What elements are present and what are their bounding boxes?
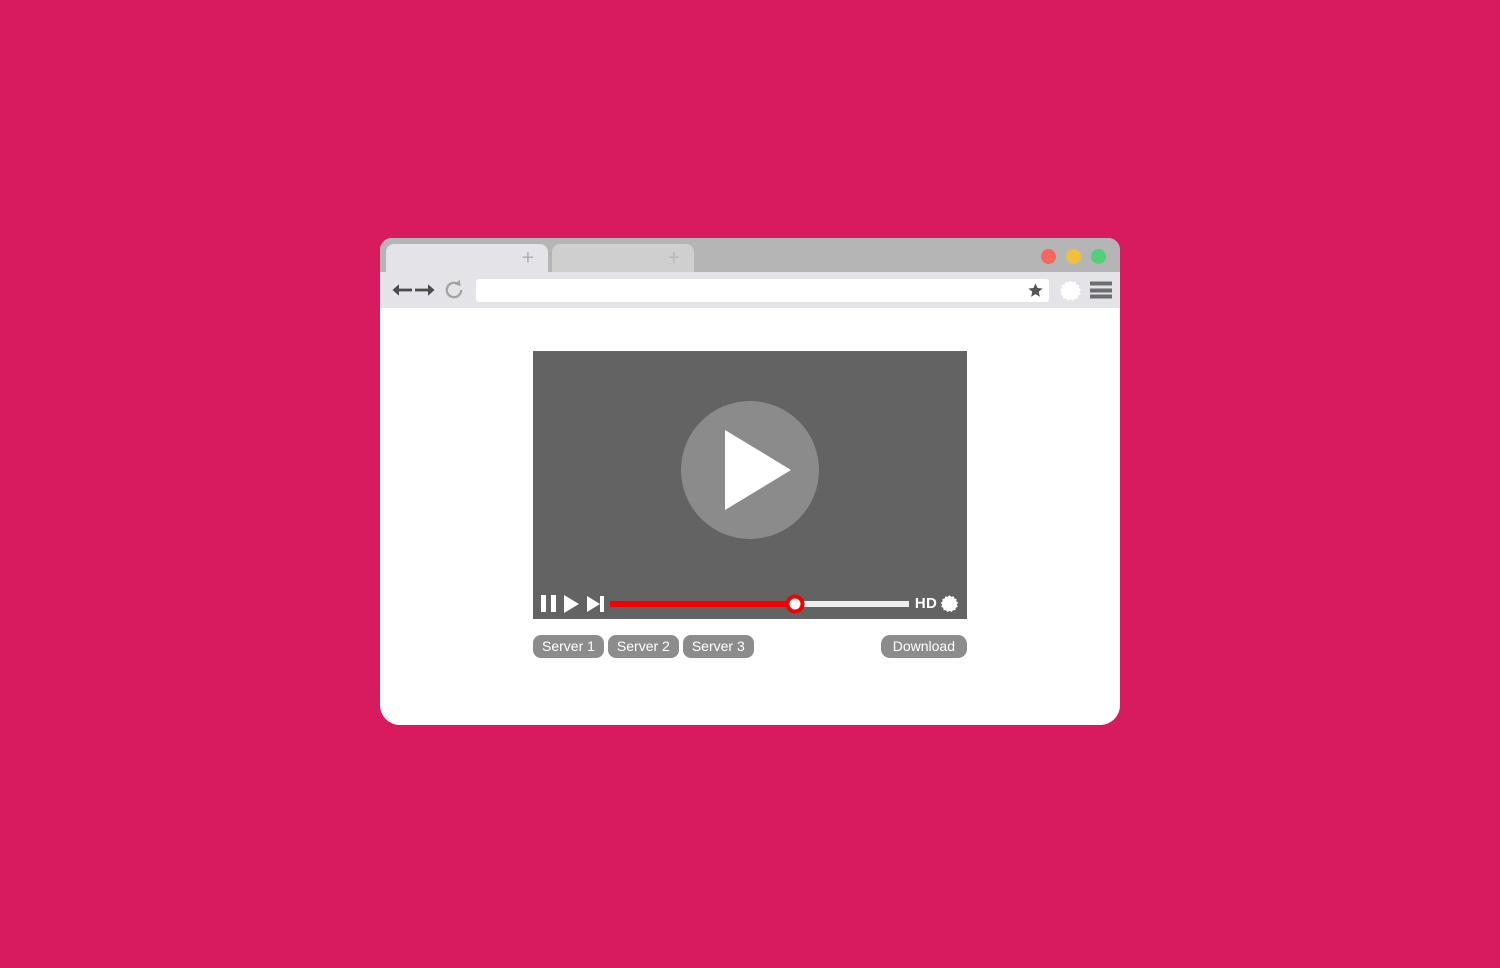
play-icon[interactable]	[564, 594, 579, 613]
action-row: Server 1 Server 2 Server 3 Download	[533, 635, 967, 659]
quality-label[interactable]: HD	[915, 595, 937, 612]
new-tab-plus-icon[interactable]: +	[522, 248, 534, 269]
browser-toolbar	[380, 272, 1120, 308]
maximize-window-button[interactable]	[1091, 249, 1106, 264]
window-controls	[1041, 249, 1106, 264]
gear-icon[interactable]	[939, 594, 959, 614]
video-progress-slider[interactable]	[610, 593, 909, 615]
back-arrow-icon[interactable]	[390, 278, 414, 302]
next-track-icon[interactable]	[587, 595, 604, 612]
play-icon	[725, 429, 791, 510]
minimize-window-button[interactable]	[1066, 249, 1081, 264]
browser-tab-2[interactable]: +	[552, 244, 694, 272]
server-2-button[interactable]: Server 2	[607, 635, 679, 658]
address-bar[interactable]	[476, 279, 1049, 302]
browser-window: + + HD Server 1 Server 2 Server 3 Downlo…	[380, 238, 1120, 725]
browser-tab-1[interactable]: +	[386, 244, 548, 272]
progress-knob[interactable]	[785, 594, 805, 613]
new-tab-plus-icon[interactable]: +	[668, 248, 680, 269]
address-input[interactable]	[476, 279, 1027, 302]
progress-filled	[610, 600, 796, 607]
close-window-button[interactable]	[1041, 249, 1056, 264]
browser-tab-strip: + +	[380, 238, 1120, 272]
gear-icon[interactable]	[1058, 278, 1082, 302]
video-stage[interactable]	[533, 351, 967, 588]
pause-icon[interactable]	[541, 595, 556, 612]
server-1-button[interactable]: Server 1	[533, 635, 604, 658]
reload-icon[interactable]	[442, 278, 466, 302]
star-icon[interactable]	[1027, 282, 1044, 299]
page-content: HD Server 1 Server 2 Server 3 Download	[380, 308, 1120, 725]
forward-arrow-icon[interactable]	[413, 278, 437, 302]
server-3-button[interactable]: Server 3	[682, 635, 754, 658]
hamburger-menu-icon[interactable]	[1090, 281, 1112, 299]
server-buttons: Server 1 Server 2 Server 3	[533, 635, 754, 658]
video-player: HD	[533, 351, 967, 619]
play-overlay-button[interactable]	[681, 400, 819, 539]
download-button[interactable]: Download	[880, 635, 967, 658]
video-control-bar: HD	[533, 588, 967, 619]
